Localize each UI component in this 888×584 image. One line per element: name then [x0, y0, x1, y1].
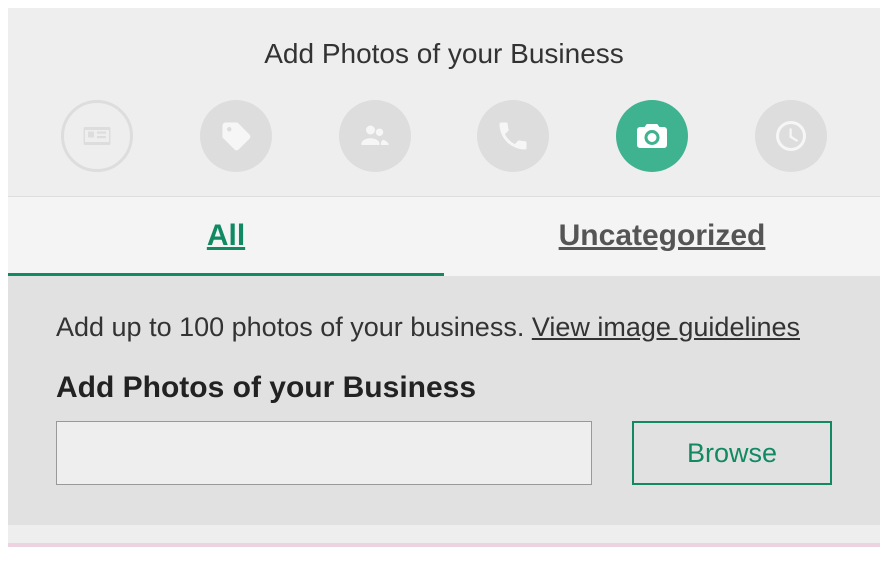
profile-card-icon [79, 118, 115, 154]
page-title: Add Photos of your Business [8, 38, 880, 70]
camera-icon [634, 118, 670, 154]
bottom-accent-stripe [8, 543, 880, 547]
browse-button[interactable]: Browse [632, 421, 832, 485]
tab-uncategorized[interactable]: Uncategorized [444, 197, 880, 276]
upload-heading: Add Photos of your Business [56, 371, 832, 405]
upload-row: Browse [56, 421, 832, 485]
step-contact[interactable] [477, 100, 549, 172]
step-profile[interactable] [61, 100, 133, 172]
step-category[interactable] [200, 100, 272, 172]
guidelines-link[interactable]: View image guidelines [532, 312, 800, 342]
file-path-box[interactable] [56, 421, 592, 485]
photo-tabs: All Uncategorized [8, 197, 880, 276]
upload-content: Add up to 100 photos of your business. V… [8, 276, 880, 525]
page-header: Add Photos of your Business [8, 8, 880, 90]
clock-icon [773, 118, 809, 154]
tag-icon [218, 118, 254, 154]
phone-icon [495, 118, 531, 154]
people-icon [357, 118, 393, 154]
step-hours[interactable] [755, 100, 827, 172]
tab-all[interactable]: All [8, 197, 444, 276]
helper-text: Add up to 100 photos of your business. V… [56, 312, 832, 343]
helper-prefix: Add up to 100 photos of your business. [56, 312, 532, 342]
step-people[interactable] [339, 100, 411, 172]
step-photos[interactable] [616, 100, 688, 172]
wizard-steps [8, 90, 880, 197]
